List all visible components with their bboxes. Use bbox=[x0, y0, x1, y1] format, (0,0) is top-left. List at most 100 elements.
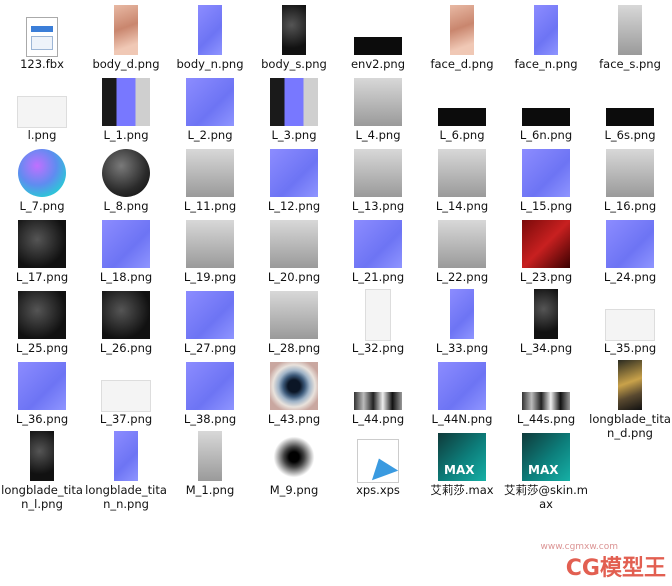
max-badge: MAX bbox=[444, 463, 475, 477]
file-name: L_37.png bbox=[99, 412, 153, 426]
file-name: L_32.png bbox=[351, 341, 405, 355]
file-name: L_4.png bbox=[355, 128, 401, 142]
file-grid: 123.fbx body_d.png body_n.png body_s.png env… bbox=[0, 0, 672, 586]
file-name: L_25.png bbox=[15, 341, 69, 355]
file-name: L_3.png bbox=[271, 128, 317, 142]
file-item[interactable]: L_37.png bbox=[84, 360, 168, 431]
file-item[interactable]: L_12.png bbox=[252, 147, 336, 218]
file-thumbnail bbox=[282, 5, 306, 55]
file-item[interactable]: L_6n.png bbox=[504, 76, 588, 147]
file-thumbnail bbox=[18, 362, 66, 410]
file-item[interactable]: L_38.png bbox=[168, 360, 252, 431]
file-thumbnail bbox=[534, 289, 558, 339]
file-item[interactable]: face_n.png bbox=[504, 5, 588, 76]
file-name: L_20.png bbox=[267, 270, 321, 284]
file-item[interactable]: face_s.png bbox=[588, 5, 672, 76]
file-thumbnail bbox=[354, 392, 402, 410]
file-item[interactable]: longblade_titan_l.png bbox=[0, 431, 84, 511]
file-item[interactable]: L_44s.png bbox=[504, 360, 588, 431]
file-name: L_28.png bbox=[267, 341, 321, 355]
file-item[interactable]: face_d.png bbox=[420, 5, 504, 76]
file-thumbnail bbox=[522, 220, 570, 268]
max-badge: MAX bbox=[528, 463, 559, 477]
file-name: L_24.png bbox=[603, 270, 657, 284]
file-item[interactable]: L_28.png bbox=[252, 289, 336, 360]
file-name: L_2.png bbox=[187, 128, 233, 142]
file-item[interactable]: L_33.png bbox=[420, 289, 504, 360]
file-thumbnail bbox=[198, 431, 222, 481]
file-item[interactable]: l.png bbox=[0, 76, 84, 147]
file-name: L_6.png bbox=[439, 128, 485, 142]
file-item[interactable]: L_14.png bbox=[420, 147, 504, 218]
file-item[interactable]: M_9.png bbox=[252, 431, 336, 502]
file-item[interactable]: M_1.png bbox=[168, 431, 252, 502]
file-thumbnail bbox=[438, 149, 486, 197]
file-name: face_s.png bbox=[599, 57, 661, 71]
file-name: face_n.png bbox=[514, 57, 578, 71]
file-item[interactable]: env2.png bbox=[336, 5, 420, 76]
xps-file-icon bbox=[357, 439, 399, 483]
file-item[interactable]: body_d.png bbox=[84, 5, 168, 76]
file-item[interactable]: L_36.png bbox=[0, 360, 84, 431]
file-item[interactable]: L_32.png bbox=[336, 289, 420, 360]
file-name: longblade_titan_n.png bbox=[85, 483, 167, 511]
file-item[interactable]: L_27.png bbox=[168, 289, 252, 360]
file-name: body_d.png bbox=[92, 57, 160, 71]
file-name: L_14.png bbox=[435, 199, 489, 213]
file-item[interactable]: L_3.png bbox=[252, 76, 336, 147]
file-thumbnail bbox=[522, 392, 570, 410]
file-item[interactable]: L_23.png bbox=[504, 218, 588, 289]
file-item[interactable]: body_s.png bbox=[252, 5, 336, 76]
file-item[interactable]: L_11.png bbox=[168, 147, 252, 218]
file-item[interactable]: L_43.png bbox=[252, 360, 336, 431]
file-item[interactable]: L_16.png bbox=[588, 147, 672, 218]
max-file-icon: MAX bbox=[438, 433, 486, 481]
file-item[interactable]: L_20.png bbox=[252, 218, 336, 289]
file-item[interactable]: longblade_titan_d.png bbox=[588, 360, 672, 440]
file-item[interactable]: L_4.png bbox=[336, 76, 420, 147]
file-item[interactable]: L_6.png bbox=[420, 76, 504, 147]
file-name: L_44s.png bbox=[516, 412, 576, 426]
file-item[interactable]: L_8.png bbox=[84, 147, 168, 218]
file-thumbnail bbox=[101, 380, 151, 412]
file-thumbnail bbox=[17, 96, 67, 128]
file-item[interactable]: L_19.png bbox=[168, 218, 252, 289]
file-thumbnail bbox=[30, 431, 54, 481]
file-item[interactable]: body_n.png bbox=[168, 5, 252, 76]
file-name: L_34.png bbox=[519, 341, 573, 355]
file-thumbnail bbox=[186, 78, 234, 126]
file-item[interactable]: L_2.png bbox=[168, 76, 252, 147]
file-name: L_12.png bbox=[267, 199, 321, 213]
file-thumbnail bbox=[102, 149, 150, 197]
file-thumbnail bbox=[354, 149, 402, 197]
file-item[interactable]: L_35.png bbox=[588, 289, 672, 360]
file-thumbnail bbox=[270, 149, 318, 197]
file-item[interactable]: longblade_titan_n.png bbox=[84, 431, 168, 511]
file-thumbnail bbox=[18, 149, 66, 197]
file-item[interactable]: L_21.png bbox=[336, 218, 420, 289]
file-item[interactable]: L_22.png bbox=[420, 218, 504, 289]
file-thumbnail bbox=[198, 5, 222, 55]
file-item[interactable]: MAX 艾莉莎.max bbox=[420, 431, 504, 502]
file-item[interactable]: L_44.png bbox=[336, 360, 420, 431]
file-item[interactable]: L_13.png bbox=[336, 147, 420, 218]
file-item[interactable]: L_15.png bbox=[504, 147, 588, 218]
file-item[interactable]: L_24.png bbox=[588, 218, 672, 289]
file-item[interactable]: L_18.png bbox=[84, 218, 168, 289]
file-item[interactable]: xps.xps bbox=[336, 431, 420, 502]
file-name: L_15.png bbox=[519, 199, 573, 213]
file-thumbnail bbox=[522, 108, 570, 126]
file-item[interactable]: MAX 艾莉莎@skin.max bbox=[504, 431, 588, 511]
file-name: l.png bbox=[27, 128, 57, 142]
file-item[interactable]: L_34.png bbox=[504, 289, 588, 360]
file-item[interactable]: 123.fbx bbox=[0, 5, 84, 76]
file-thumbnail bbox=[618, 360, 642, 410]
file-item[interactable]: L_25.png bbox=[0, 289, 84, 360]
file-item[interactable]: L_6s.png bbox=[588, 76, 672, 147]
file-item[interactable]: L_1.png bbox=[84, 76, 168, 147]
file-item[interactable]: L_17.png bbox=[0, 218, 84, 289]
file-item[interactable]: L_44N.png bbox=[420, 360, 504, 431]
file-name: longblade_titan_d.png bbox=[589, 412, 671, 440]
file-item[interactable]: L_7.png bbox=[0, 147, 84, 218]
file-item[interactable]: L_26.png bbox=[84, 289, 168, 360]
